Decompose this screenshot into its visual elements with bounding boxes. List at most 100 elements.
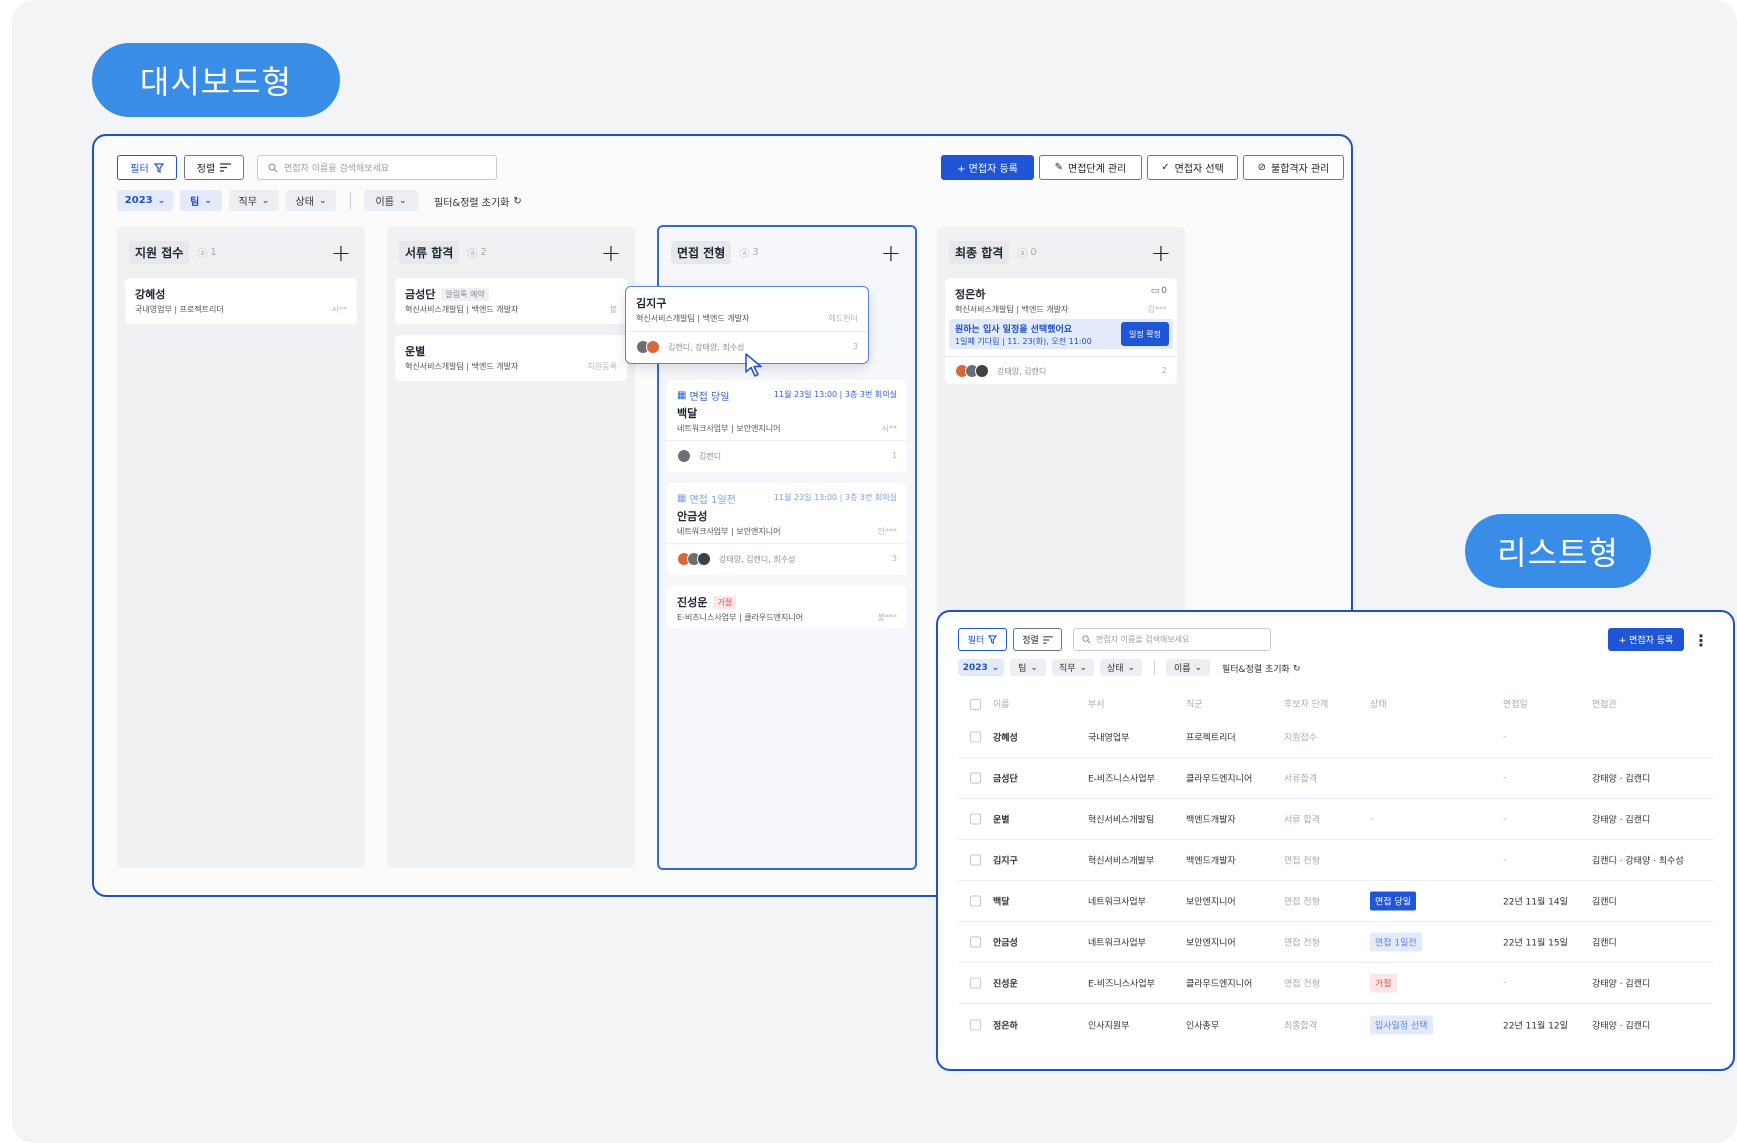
- chevron-down-icon: ⌄: [261, 195, 270, 206]
- column-title: 지원 접수: [129, 240, 190, 264]
- filter-button[interactable]: 필터: [117, 155, 177, 180]
- candidate-name: 강혜성: [135, 288, 166, 301]
- chevron-down-icon: ⌄: [1030, 662, 1038, 673]
- interview-status: 면접 당일: [689, 392, 730, 403]
- row-checkbox[interactable]: [970, 977, 981, 989]
- candidate-card[interactable]: 강혜성 국내영업부 | 프로젝트리더 시**: [125, 278, 357, 324]
- table-row[interactable]: 안금성 네트워크사업부 보안엔지니어 면접 전형 면접 1일전 22년 11월 …: [958, 922, 1713, 963]
- job-filter[interactable]: 직무 ⌄: [229, 190, 279, 211]
- status-filter[interactable]: 상태 ⌄: [286, 190, 336, 211]
- candidate-card[interactable]: 금성단 알림톡 예약 혁신서비스개발팀 | 백엔드 개발자 불: [395, 278, 627, 324]
- interview-label: ▦ 면접 1일전: [677, 491, 736, 506]
- refresh-icon: ↻: [513, 196, 522, 207]
- avatar: [646, 340, 660, 354]
- table-row[interactable]: 김지구 혁신서비스개발부 백엔드개발자 면접 전형 - 김캔디 · 강태양 · …: [958, 840, 1713, 881]
- team-filter[interactable]: 팀 ⌄: [1010, 659, 1046, 676]
- stage-manage-button[interactable]: ✎ 면접단계 관리: [1039, 155, 1142, 180]
- cell-dept: 혁신서비스개발부: [1088, 856, 1155, 867]
- row-checkbox[interactable]: [970, 895, 981, 907]
- table-row[interactable]: 금성단 E-비즈니스사업부 클라우드엔지니어 서류합격 - 강태양 · 김캔디: [958, 758, 1713, 799]
- select-interviewee-button[interactable]: ✓ 면접자 선택: [1147, 155, 1238, 180]
- reset-filters-button[interactable]: 필터&정렬 초기화 ↻: [1222, 662, 1300, 676]
- chevron-down-icon: ⌄: [318, 195, 327, 206]
- cell-stage: 지원접수: [1284, 733, 1318, 744]
- header-dept: 부서: [1088, 700, 1105, 710]
- select-all-checkbox[interactable]: [970, 699, 981, 710]
- schedule-notice: 원하는 입사 일정을 선택했어요 1일째 기다림 | 11. 23(화), 오전…: [949, 319, 1173, 349]
- row-checkbox[interactable]: [970, 854, 981, 866]
- candidate-count: ⓐ 2: [467, 245, 486, 260]
- column-title: 면접 전형: [671, 240, 732, 264]
- row-checkbox[interactable]: [970, 936, 981, 948]
- cell-interviewer: 김캔디: [1592, 897, 1617, 908]
- candidate-card[interactable]: 운별 혁신서비스개발팀 | 백엔드 개발자 지원등록: [395, 335, 627, 381]
- year-filter[interactable]: 2023 ⌄: [117, 190, 173, 211]
- year-filter-label: 2023: [962, 662, 988, 673]
- more-options-icon[interactable]: ⋮: [1693, 631, 1709, 650]
- team-filter[interactable]: 팀 ⌄: [180, 190, 222, 211]
- add-interviewee-button[interactable]: + 면접자 등록: [941, 155, 1034, 180]
- status-filter-label: 상태: [295, 197, 314, 208]
- status-badge: 입사일정 선택: [1370, 1015, 1433, 1034]
- table-row[interactable]: 진성운 E-비즈니스사업부 클라우드엔지니어 면접 전형 거절 - 강태양 · …: [958, 963, 1713, 1004]
- cell-name: 진성운: [993, 979, 1018, 990]
- cell-job: 클라우드엔지니어: [1186, 979, 1253, 990]
- search-input[interactable]: 면접자 이름을 검색해보세요: [1073, 628, 1271, 651]
- row-checkbox[interactable]: [970, 731, 981, 743]
- list-type-label: 리스트형: [1465, 514, 1651, 588]
- add-card-button[interactable]: +: [331, 239, 351, 267]
- avatar-group: [955, 364, 989, 378]
- search-input[interactable]: 면접자 이름을 검색해보세요: [257, 155, 497, 180]
- row-checkbox[interactable]: [970, 813, 981, 825]
- person-icon: ⓐ: [197, 248, 208, 260]
- job-filter[interactable]: 직무 ⌄: [1052, 659, 1094, 676]
- table-row[interactable]: 백달 네트워크사업부 보안엔지니어 면접 전형 면접 당일 22년 11월 14…: [958, 881, 1713, 922]
- row-checkbox[interactable]: [970, 1019, 981, 1030]
- sort-icon: [1042, 635, 1053, 644]
- row-checkbox[interactable]: [970, 772, 981, 784]
- cell-interviewer: 김캔디: [1592, 938, 1617, 949]
- sort-button[interactable]: 정렬: [184, 155, 244, 180]
- count-value: 1: [210, 246, 217, 258]
- divider: [626, 331, 868, 332]
- reject-manage-button[interactable]: ⊘ 불합격자 관리: [1243, 155, 1344, 180]
- candidate-card[interactable]: 정은하 ▭ 0 혁신서비스개발팀 | 백엔드 개발자 김*** 원하는 입사 일정…: [945, 278, 1177, 384]
- interview-status: 면접 1일전: [689, 495, 736, 506]
- chevron-down-icon: ⌄: [157, 195, 166, 206]
- divider: [667, 440, 907, 441]
- add-interviewee-button[interactable]: + 면접자 등록: [1608, 628, 1684, 651]
- candidate-source: 시**: [881, 424, 897, 433]
- candidate-card[interactable]: 진성운 거절 E-비즈니스사업부 | 클라우드엔지니어 불***: [667, 586, 907, 628]
- candidate-card[interactable]: ▦ 면접 당일 11월 23일 13:00 | 3층 3번 회의실 백달 네트워크…: [667, 380, 907, 472]
- year-filter[interactable]: 2023 ⌄: [958, 659, 1004, 676]
- header-name: 이름: [993, 700, 1010, 710]
- add-card-button[interactable]: +: [601, 239, 621, 267]
- filter-button[interactable]: 필터: [958, 628, 1007, 651]
- name-sort[interactable]: 이름 ⌄: [1166, 659, 1210, 676]
- status-badge: 면접 1일전: [1370, 932, 1422, 952]
- sort-button[interactable]: 정렬: [1013, 628, 1062, 651]
- search-placeholder: 면접자 이름을 검색해보세요: [1096, 635, 1190, 644]
- interviewer-names: 김캔디, 강태양, 최수성: [668, 343, 745, 352]
- cell-dept: E-비즈니스사업부: [1088, 979, 1155, 990]
- count-value: 3: [752, 246, 759, 258]
- candidate-dept: 혁신서비스개발팀 | 백엔드 개발자: [955, 305, 1069, 314]
- search-icon: [268, 162, 278, 172]
- cell-stage: 면접 전형: [1284, 897, 1320, 908]
- confirm-schedule-button[interactable]: 일정 확정: [1121, 322, 1169, 346]
- add-card-button[interactable]: +: [881, 239, 901, 267]
- candidate-card[interactable]: ▦ 면접 1일전 11월 23일 13:00 | 3층 3번 회의실 안금성 네트…: [667, 483, 907, 575]
- name-sort[interactable]: 이름 ⌄: [364, 190, 418, 211]
- divider: [1154, 660, 1155, 675]
- table-row[interactable]: 정은하 인사지원부 인사총무 최종합격 입사일정 선택 22년 11월 12일 …: [958, 1004, 1713, 1045]
- status-filter[interactable]: 상태 ⌄: [1100, 659, 1142, 676]
- table-row[interactable]: 강혜성 국내영업부 프로젝트리더 지원접수 -: [958, 717, 1713, 758]
- table-row[interactable]: 운별 혁신서비스개발팀 백엔드개발자 서류 합격 - - 강태양 · 김캔디: [958, 799, 1713, 840]
- cell-date: -: [1503, 855, 1507, 865]
- reset-filters-button[interactable]: 필터&정렬 초기화 ↻: [434, 194, 522, 209]
- column-header: 지원 접수 ⓐ 1 +: [129, 239, 353, 267]
- rejected-tag: 거절: [713, 595, 737, 609]
- avatar-group: [677, 552, 711, 566]
- add-card-button[interactable]: +: [1151, 239, 1171, 267]
- cell-dept: 인사지원부: [1088, 1021, 1130, 1031]
